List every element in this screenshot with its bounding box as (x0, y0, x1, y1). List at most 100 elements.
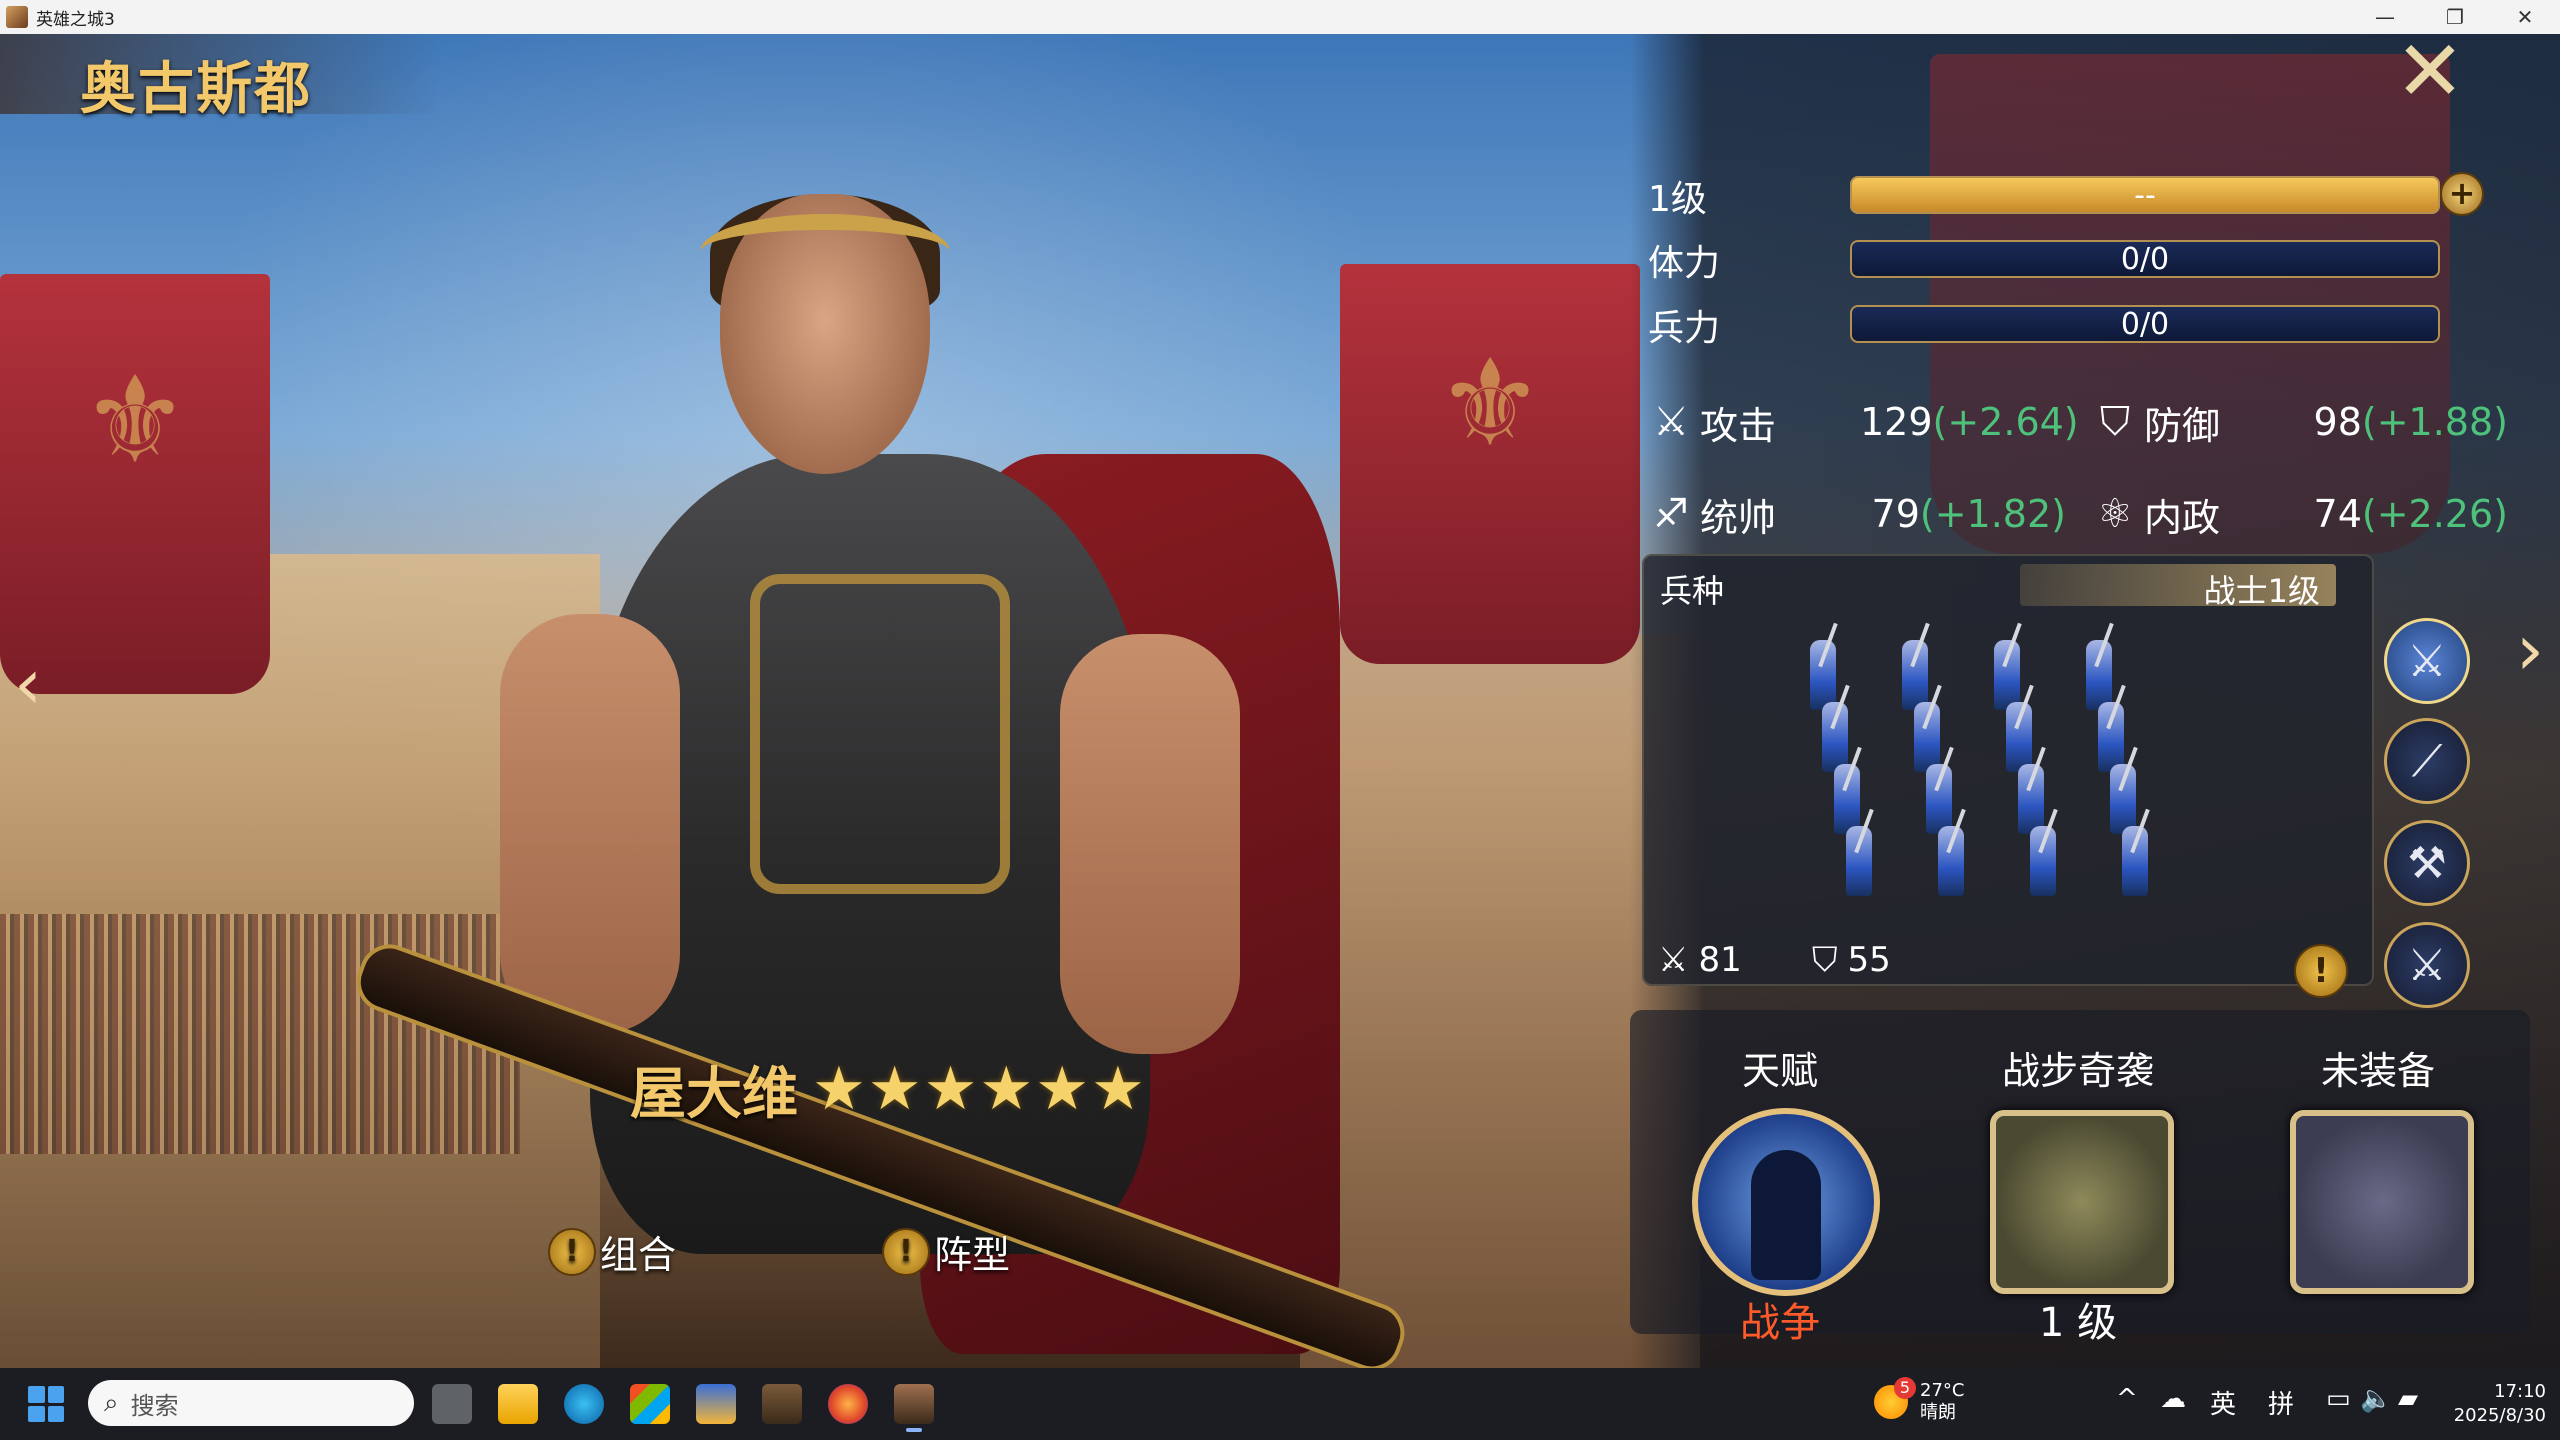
warning-icon: ! (882, 1227, 930, 1276)
taskbar-search[interactable]: ⌕ 搜索 (88, 1380, 414, 1426)
system-clock[interactable]: 17:10 2025/8/30 (2446, 1380, 2546, 1428)
active-app-indicator (906, 1428, 922, 1432)
equipment-slot-empty[interactable] (2290, 1110, 2474, 1294)
soldier-unit (2018, 764, 2044, 834)
ime-mode[interactable]: 拼 (2268, 1384, 2294, 1421)
politics-base: 74 (2313, 492, 2362, 536)
close-panel-icon[interactable]: ✕ (2390, 29, 2470, 116)
troops-label: 兵力 (1648, 308, 1721, 349)
troop-level: 战士1级 (2203, 572, 2320, 610)
troop-warning-icon[interactable]: ! (2294, 944, 2348, 998)
politics-attribute: ⚛ 内政 (2092, 486, 2220, 542)
weather-badge: 5 (1894, 1377, 1916, 1399)
edge-browser-icon[interactable] (564, 1384, 604, 1424)
clock-date: 2025/8/30 (2453, 1405, 2546, 1426)
star-icon: ★ (812, 1054, 866, 1124)
hero-city-app-icon[interactable] (894, 1384, 934, 1424)
search-icon: ⌕ (104, 1387, 119, 1418)
command-attribute: ♐ 统帅 (1648, 486, 1776, 542)
attack-attribute: ⚔ 攻击 (1648, 394, 1776, 450)
ime-language[interactable]: 英 (2210, 1384, 2236, 1421)
troop-type-label: 兵种 (1660, 572, 1725, 610)
crossed-swords-icon[interactable]: ⚔ (2384, 618, 2470, 704)
weather-sun-icon: 5 (1874, 1377, 1916, 1419)
command-label: 统帅 (1700, 495, 1777, 540)
hero-name-row: 屋大维 ★★★★★★ (630, 1044, 1147, 1134)
game-launcher-icon[interactable] (696, 1384, 736, 1424)
star-icon: ★ (1035, 1054, 1089, 1124)
soldier-unit (2030, 826, 2056, 896)
banner-left: ⚜ (0, 274, 270, 694)
temperature: 27°C (1920, 1380, 1965, 1401)
politics-bonus: (+2.26) (2361, 492, 2508, 536)
hero-name: 屋大维 (630, 1061, 798, 1127)
troop-attack: ⚔ 81 (1658, 940, 1742, 980)
stamina-row: 体力 (1648, 240, 1848, 284)
weather-condition: 晴朗 (1920, 1402, 1956, 1423)
task-view-icon[interactable] (432, 1384, 472, 1424)
star-icon: ★ (923, 1054, 978, 1124)
command-icon: ♐ (1653, 491, 1689, 537)
warning-icon: ! (548, 1227, 596, 1276)
hero-arm-right (1060, 634, 1240, 1054)
file-explorer-icon[interactable] (498, 1384, 538, 1424)
axe-icon[interactable]: ⚒ (2384, 820, 2470, 906)
level-row: 1级 (1648, 176, 1848, 220)
warrior-silhouette-icon (1751, 1150, 1821, 1280)
tray-overflow-chevron-icon[interactable]: ^ (2116, 1384, 2138, 1414)
atom-icon: ⚛ (2097, 491, 2133, 537)
hero-stars: ★★★★★★ (812, 1054, 1147, 1124)
troops-row: 兵力 (1648, 305, 1848, 349)
command-bonus: (+1.82) (1919, 492, 2066, 536)
microsoft-store-icon[interactable] (630, 1384, 670, 1424)
shield-icon: ⛉ (1812, 940, 1838, 980)
window-title: 英雄之城3 (36, 9, 115, 30)
troops-bar: 0/0 (1850, 305, 2440, 343)
crossed-swords-icon: ⚔ (1658, 940, 1689, 980)
fleur-icon: ⚜ (81, 351, 189, 491)
attack-value: 129(+2.64) (1860, 394, 2079, 450)
shield-icon: ⛉ (2100, 399, 2130, 445)
spear-icon[interactable]: ⟋ (2384, 718, 2470, 804)
game-app-icon[interactable] (762, 1384, 802, 1424)
next-hero-arrow-icon[interactable]: › (2510, 610, 2550, 690)
defense-label: 防御 (2144, 403, 2221, 448)
weather-widget[interactable]: 5 27°C 晴朗 (1874, 1377, 1964, 1424)
display-icon[interactable]: ▭ (2326, 1384, 2351, 1414)
soldier-unit (2098, 702, 2124, 772)
volume-icon[interactable]: 🔈 (2360, 1384, 2392, 1414)
firefox-icon[interactable] (828, 1384, 868, 1424)
weather-text: 27°C 晴朗 (1920, 1380, 1964, 1424)
soldier-unit (1846, 826, 1872, 896)
star-icon: ★ (867, 1054, 922, 1124)
politics-label: 内政 (2144, 495, 2221, 540)
hero-armor-trim (750, 574, 1010, 894)
level-up-plus-button[interactable]: + (2440, 172, 2484, 216)
combo-button[interactable]: ! 组合 (548, 1224, 676, 1279)
stamina-bar: 0/0 (1850, 240, 2440, 278)
formation-button[interactable]: ! 阵型 (882, 1224, 1010, 1279)
tactic-skill-card[interactable] (1990, 1110, 2174, 1294)
battery-icon[interactable]: ▰ (2398, 1384, 2418, 1414)
troop-defense-value: 55 (1847, 940, 1891, 980)
windows-start-icon[interactable] (28, 1386, 64, 1422)
soldier-unit (2122, 826, 2148, 896)
troop-defense: ⛉ 55 (1812, 940, 1891, 980)
window-title-bar: 英雄之城3 — ❐ ✕ (0, 0, 2560, 35)
star-icon: ★ (979, 1054, 1034, 1124)
equipment-title: 未装备 (2320, 1049, 2435, 1093)
tactic-level: 1 级 (2038, 1300, 2118, 1346)
network-icon[interactable]: ☁ (2160, 1384, 2186, 1414)
defense-base: 98 (2313, 400, 2362, 444)
tactic-title: 战步奇袭 (2001, 1049, 2154, 1093)
attack-base: 129 (1860, 400, 1933, 444)
bow-icon[interactable]: ⚔ (2384, 922, 2470, 1008)
banner-right: ⚜ (1340, 264, 1640, 664)
talent-skill-icon[interactable] (1692, 1108, 1880, 1296)
soldier-unit (2110, 764, 2136, 834)
prev-hero-arrow-icon[interactable]: ‹ (8, 644, 48, 724)
close-window-button[interactable]: ✕ (2490, 0, 2560, 34)
command-value: 79(+1.82) (1860, 486, 2066, 542)
level-exp-bar: -- (1850, 176, 2440, 214)
hero-arm-left (500, 614, 680, 1034)
